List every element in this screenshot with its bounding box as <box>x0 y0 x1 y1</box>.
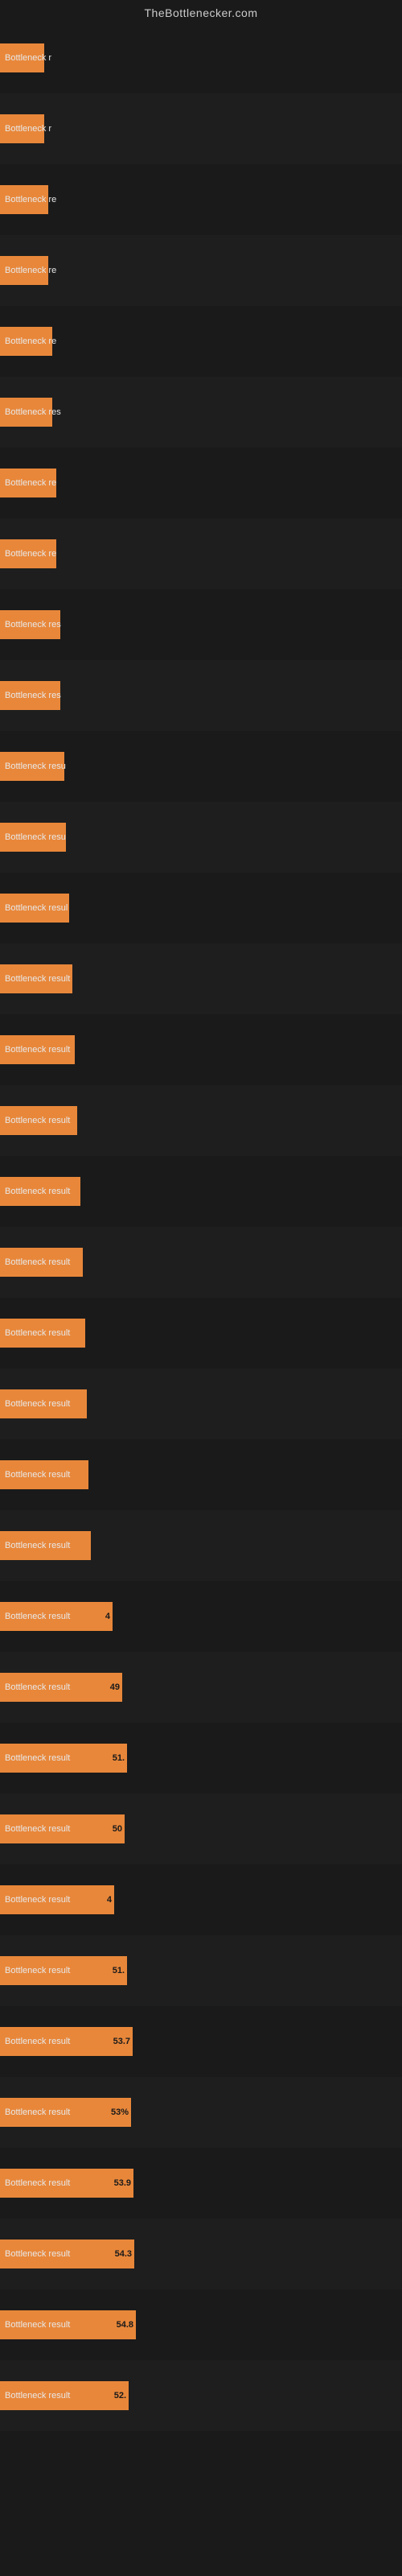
bar-label: Bottleneck result <box>2 1964 73 1977</box>
bar-label: Bottleneck result <box>2 2177 73 2190</box>
bar-row: Bottleneck re <box>0 164 402 235</box>
bar-row: 4 Bottleneck result <box>0 1581 402 1652</box>
bar-label: Bottleneck result <box>2 1256 73 1269</box>
site-title: TheBottlenecker.com <box>0 0 402 23</box>
bar-label: Bottleneck result <box>2 1185 73 1198</box>
bar-row: 53% Bottleneck result <box>0 2077 402 2148</box>
chart-container: Bottleneck r Bottleneck r Bottleneck re Bot… <box>0 23 402 2431</box>
bar-label: Bottleneck result <box>2 2106 73 2119</box>
bar-label: Bottleneck resul <box>2 902 71 914</box>
bar-row: 49 Bottleneck result <box>0 1652 402 1723</box>
bar-row: Bottleneck result <box>0 1014 402 1085</box>
bar-row: Bottleneck result <box>0 1510 402 1581</box>
bar-row: 54.8 Bottleneck result <box>0 2289 402 2360</box>
bar-label: Bottleneck result <box>2 1752 73 1765</box>
bar-row: 4 Bottleneck result <box>0 1864 402 1935</box>
bar-value: 53.7 <box>113 2037 133 2046</box>
bar-label: Bottleneck re <box>2 193 59 206</box>
bar-label: Bottleneck res <box>2 406 64 419</box>
bar-row: Bottleneck r <box>0 23 402 93</box>
bar-label: Bottleneck resu <box>2 760 69 773</box>
bar-label: Bottleneck re <box>2 335 59 348</box>
bar-label: Bottleneck re <box>2 264 59 277</box>
bar-row: Bottleneck re <box>0 306 402 377</box>
bar-value: 53.9 <box>114 2178 133 2188</box>
bar-row: 52. Bottleneck result <box>0 2360 402 2431</box>
bar-value: 4 <box>105 1612 113 1621</box>
bar-label: Bottleneck result <box>2 1468 73 1481</box>
bar-row: Bottleneck resu <box>0 731 402 802</box>
bar-label: Bottleneck result <box>2 1397 73 1410</box>
bar-row: 50 Bottleneck result <box>0 1794 402 1864</box>
bar-row: 53.7 Bottleneck result <box>0 2006 402 2077</box>
bar-label: Bottleneck re <box>2 547 59 560</box>
bar-label: Bottleneck r <box>2 122 55 135</box>
bar-row: Bottleneck result <box>0 1439 402 1510</box>
bar-label: Bottleneck result <box>2 972 73 985</box>
bar-row: Bottleneck res <box>0 660 402 731</box>
bar-row: Bottleneck res <box>0 589 402 660</box>
bar-value: 50 <box>113 1824 125 1834</box>
bar-row: Bottleneck resul <box>0 873 402 943</box>
bar-value: 52. <box>114 2391 129 2401</box>
bar-label: Bottleneck result <box>2 2318 73 2331</box>
bar-label: Bottleneck res <box>2 689 64 702</box>
bar-value: 49 <box>110 1682 122 1692</box>
bar-value: 53% <box>111 2107 131 2117</box>
bar-label: Bottleneck result <box>2 1114 73 1127</box>
bar-label: Bottleneck result <box>2 1043 73 1056</box>
bar-label: Bottleneck result <box>2 2248 73 2260</box>
bar-row: 51. Bottleneck result <box>0 1935 402 2006</box>
bar-row: Bottleneck res <box>0 377 402 448</box>
bar-value: 54.8 <box>117 2320 136 2330</box>
bar-row: Bottleneck result <box>0 1085 402 1156</box>
bar-row: Bottleneck r <box>0 93 402 164</box>
bar-row: Bottleneck resu <box>0 802 402 873</box>
bar-label: Bottleneck result <box>2 2389 73 2402</box>
bar-label: Bottleneck result <box>2 1681 73 1694</box>
bar-value: 51. <box>113 1966 127 1975</box>
bar-value: 51. <box>113 1753 127 1763</box>
bar-row: Bottleneck re <box>0 448 402 518</box>
bar-row: Bottleneck re <box>0 235 402 306</box>
bar-value: 4 <box>107 1895 114 1905</box>
bar-row: Bottleneck result <box>0 943 402 1014</box>
bar-label: Bottleneck result <box>2 1539 73 1552</box>
bar-row: Bottleneck re <box>0 518 402 589</box>
bar-label: Bottleneck res <box>2 618 64 631</box>
bar-row: 51. Bottleneck result <box>0 1723 402 1794</box>
bar-row: Bottleneck result <box>0 1156 402 1227</box>
bar-label: Bottleneck re <box>2 477 59 489</box>
bar-row: 53.9 Bottleneck result <box>0 2148 402 2219</box>
bar-label: Bottleneck result <box>2 1610 73 1623</box>
bar-label: Bottleneck result <box>2 1823 73 1835</box>
bar-label: Bottleneck r <box>2 52 55 64</box>
bar-label: Bottleneck result <box>2 1327 73 1340</box>
bar-value: 54.3 <box>115 2249 134 2259</box>
bar-row: 54.3 Bottleneck result <box>0 2219 402 2289</box>
bar-row: Bottleneck result <box>0 1298 402 1368</box>
bar-label: Bottleneck resu <box>2 831 69 844</box>
bar-row: Bottleneck result <box>0 1227 402 1298</box>
bar-label: Bottleneck result <box>2 1893 73 1906</box>
bar-label: Bottleneck result <box>2 2035 73 2048</box>
bar-row: Bottleneck result <box>0 1368 402 1439</box>
